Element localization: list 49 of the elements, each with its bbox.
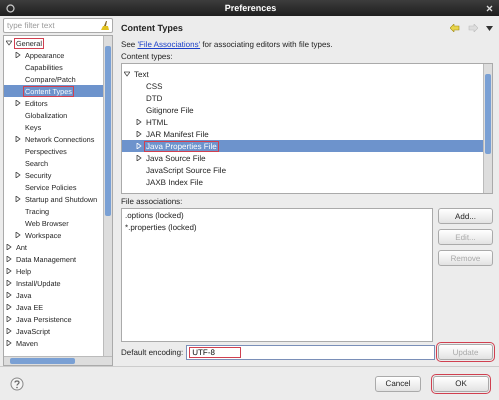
- window-title: Preferences: [224, 3, 278, 13]
- broom-icon[interactable]: [101, 21, 109, 30]
- vertical-scrollbar[interactable]: [483, 64, 492, 193]
- tree-item-label: Text: [133, 70, 150, 78]
- back-arrow-icon[interactable]: [450, 24, 460, 32]
- tree-row[interactable]: Text: [122, 68, 483, 80]
- tree-item-label: Java Properties File: [145, 142, 218, 150]
- tree-item-label: CSS: [145, 82, 164, 90]
- expand-icon[interactable]: [15, 52, 21, 58]
- association-button[interactable]: Add...: [438, 208, 493, 224]
- encoding-field[interactable]: UTF-8: [190, 348, 240, 356]
- expand-icon[interactable]: [15, 172, 21, 178]
- tree-item-label: HTML: [145, 118, 169, 126]
- tree-row[interactable]: Gitignore File: [122, 104, 483, 116]
- tree-item-label: DTD: [145, 94, 164, 102]
- dialog-button[interactable]: OK: [433, 376, 489, 392]
- tree-row[interactable]: Java Source File: [122, 152, 483, 164]
- tree-row[interactable]: JAR Manifest File: [122, 128, 483, 140]
- horizontal-scrollbar[interactable]: [4, 356, 112, 365]
- content-types-label: Content types:: [121, 52, 174, 61]
- menu-icon[interactable]: [486, 26, 493, 30]
- tree-row[interactable]: CSS: [122, 80, 483, 92]
- close-icon[interactable]: [486, 4, 493, 12]
- expand-icon[interactable]: [15, 100, 21, 106]
- tree-row[interactable]: HTML: [122, 116, 483, 128]
- tree-row[interactable]: DTD: [122, 92, 483, 104]
- collapse-icon[interactable]: [124, 71, 130, 77]
- tree-item-label: JAXB Index File: [145, 178, 204, 186]
- tree-item-label: JAR Manifest File: [145, 130, 210, 138]
- expand-icon[interactable]: [15, 196, 21, 202]
- dialog-button[interactable]: Cancel: [375, 376, 421, 392]
- encoding-label: Default encoding:: [121, 348, 184, 356]
- expand-icon[interactable]: [15, 136, 21, 142]
- filter-field[interactable]: type filter text: [3, 18, 113, 33]
- file-associations-link[interactable]: 'File Associations': [137, 40, 200, 49]
- file-association-item[interactable]: *.properties (locked): [125, 223, 429, 235]
- intro-text: See 'File Associations' for associating editors with file types.: [121, 40, 334, 49]
- file-association-item[interactable]: .options (locked): [125, 211, 429, 223]
- tree-row[interactable]: JavaScript Source File: [122, 164, 483, 176]
- app-icon: [6, 4, 15, 12]
- help-icon[interactable]: [10, 376, 24, 390]
- file-associations-label: File associations:: [121, 197, 184, 206]
- collapse-icon[interactable]: [6, 40, 12, 46]
- tree-item-label: Gitignore File: [145, 106, 195, 114]
- tree-row[interactable]: JAXB Index File: [122, 176, 483, 188]
- page-title: Content Types: [121, 23, 184, 33]
- tree-item-label: JavaScript Source File: [145, 166, 228, 174]
- tree-item-label: Java Source File: [145, 154, 207, 162]
- vertical-scrollbar[interactable]: [103, 36, 112, 356]
